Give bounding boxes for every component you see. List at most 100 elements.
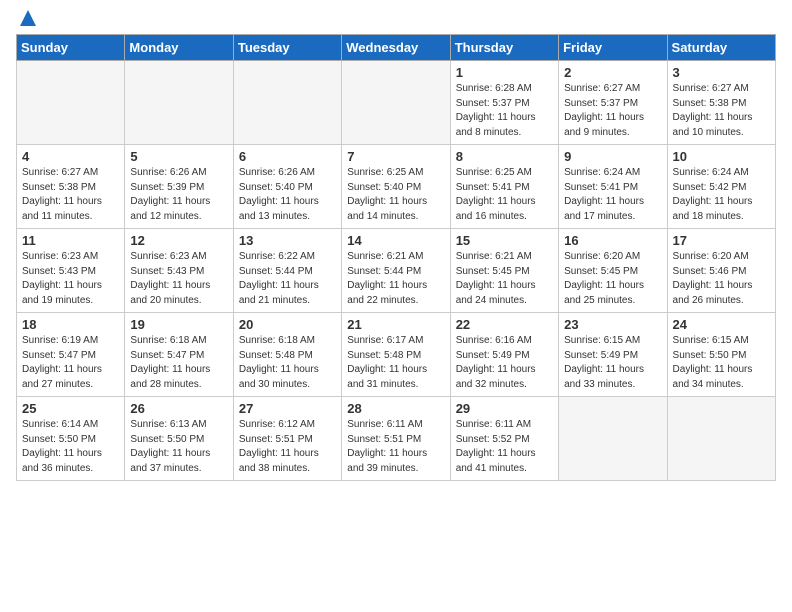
day-number: 7 xyxy=(347,149,444,164)
day-number: 5 xyxy=(130,149,227,164)
day-number: 2 xyxy=(564,65,661,80)
day-cell: 29 Sunrise: 6:11 AMSunset: 5:52 PMDayligh… xyxy=(450,397,558,481)
day-number: 9 xyxy=(564,149,661,164)
day-cell: 16 Sunrise: 6:20 AMSunset: 5:45 PMDayligh… xyxy=(559,229,667,313)
calendar-table: SundayMondayTuesdayWednesdayThursdayFrid… xyxy=(16,34,776,481)
col-header-wednesday: Wednesday xyxy=(342,35,450,61)
col-header-monday: Monday xyxy=(125,35,233,61)
day-cell: 1Sunrise: 6:28 AMSunset: 5:37 PMDaylight… xyxy=(450,61,558,145)
day-info: Sunrise: 6:18 AMSunset: 5:48 PMDaylight:… xyxy=(239,334,336,392)
day-number: 4 xyxy=(22,149,119,164)
day-cell: 19 Sunrise: 6:18 AMSunset: 5:47 PMDayligh… xyxy=(125,313,233,397)
day-cell: 3 Sunrise: 6:27 AMSunset: 5:38 PMDaylight… xyxy=(667,61,775,145)
day-number: 20 xyxy=(239,317,336,332)
day-cell: 21 Sunrise: 6:17 AMSunset: 5:48 PMDayligh… xyxy=(342,313,450,397)
day-info: Sunrise: 6:23 AMSunset: 5:43 PMDaylight:… xyxy=(130,250,227,308)
day-number: 18 xyxy=(22,317,119,332)
day-info: Sunrise: 6:25 AMSunset: 5:40 PMDaylight:… xyxy=(347,166,444,224)
day-number: 10 xyxy=(673,149,770,164)
day-cell xyxy=(667,397,775,481)
day-cell: 4Sunrise: 6:27 AMSunset: 5:38 PMDaylight… xyxy=(17,145,125,229)
day-cell: 15 Sunrise: 6:21 AMSunset: 5:45 PMDayligh… xyxy=(450,229,558,313)
header xyxy=(16,10,776,28)
day-info: Sunrise: 6:15 AMSunset: 5:50 PMDaylight:… xyxy=(673,334,770,392)
day-info: Sunrise: 6:20 AMSunset: 5:45 PMDaylight:… xyxy=(564,250,661,308)
day-number: 8 xyxy=(456,149,553,164)
day-cell: 13 Sunrise: 6:22 AMSunset: 5:44 PMDayligh… xyxy=(233,229,341,313)
day-number: 27 xyxy=(239,401,336,416)
day-cell: 5 Sunrise: 6:26 AMSunset: 5:39 PMDaylight… xyxy=(125,145,233,229)
day-number: 25 xyxy=(22,401,119,416)
day-info: Sunrise: 6:11 AMSunset: 5:51 PMDaylight:… xyxy=(347,418,444,476)
day-number: 26 xyxy=(130,401,227,416)
day-info: Sunrise: 6:18 AMSunset: 5:47 PMDaylight:… xyxy=(130,334,227,392)
day-cell: 24 Sunrise: 6:15 AMSunset: 5:50 PMDayligh… xyxy=(667,313,775,397)
day-number: 14 xyxy=(347,233,444,248)
day-cell: 8 Sunrise: 6:25 AMSunset: 5:41 PMDaylight… xyxy=(450,145,558,229)
day-info: Sunrise: 6:17 AMSunset: 5:48 PMDaylight:… xyxy=(347,334,444,392)
day-number: 16 xyxy=(564,233,661,248)
day-number: 28 xyxy=(347,401,444,416)
day-number: 22 xyxy=(456,317,553,332)
day-cell: 23 Sunrise: 6:15 AMSunset: 5:49 PMDayligh… xyxy=(559,313,667,397)
week-row-4: 18 Sunrise: 6:19 AMSunset: 5:47 PMDayligh… xyxy=(17,313,776,397)
day-cell: 26Sunrise: 6:13 AMSunset: 5:50 PMDayligh… xyxy=(125,397,233,481)
week-row-2: 4Sunrise: 6:27 AMSunset: 5:38 PMDaylight… xyxy=(17,145,776,229)
day-cell: 9Sunrise: 6:24 AMSunset: 5:41 PMDaylight… xyxy=(559,145,667,229)
day-number: 24 xyxy=(673,317,770,332)
col-header-friday: Friday xyxy=(559,35,667,61)
col-header-sunday: Sunday xyxy=(17,35,125,61)
day-cell: 6 Sunrise: 6:26 AMSunset: 5:40 PMDaylight… xyxy=(233,145,341,229)
day-cell: 11 Sunrise: 6:23 AMSunset: 5:43 PMDayligh… xyxy=(17,229,125,313)
day-number: 13 xyxy=(239,233,336,248)
day-cell xyxy=(17,61,125,145)
day-cell: 25 Sunrise: 6:14 AMSunset: 5:50 PMDayligh… xyxy=(17,397,125,481)
day-number: 11 xyxy=(22,233,119,248)
day-cell: 20 Sunrise: 6:18 AMSunset: 5:48 PMDayligh… xyxy=(233,313,341,397)
logo xyxy=(16,14,38,28)
day-info: Sunrise: 6:26 AMSunset: 5:39 PMDaylight:… xyxy=(130,166,227,224)
day-info: Sunrise: 6:25 AMSunset: 5:41 PMDaylight:… xyxy=(456,166,553,224)
day-number: 19 xyxy=(130,317,227,332)
day-info: Sunrise: 6:24 AMSunset: 5:42 PMDaylight:… xyxy=(673,166,770,224)
day-info: Sunrise: 6:22 AMSunset: 5:44 PMDaylight:… xyxy=(239,250,336,308)
day-number: 1 xyxy=(456,65,553,80)
day-info: Sunrise: 6:15 AMSunset: 5:49 PMDaylight:… xyxy=(564,334,661,392)
day-info: Sunrise: 6:21 AMSunset: 5:45 PMDaylight:… xyxy=(456,250,553,308)
day-number: 23 xyxy=(564,317,661,332)
col-header-tuesday: Tuesday xyxy=(233,35,341,61)
week-row-5: 25 Sunrise: 6:14 AMSunset: 5:50 PMDayligh… xyxy=(17,397,776,481)
day-info: Sunrise: 6:14 AMSunset: 5:50 PMDaylight:… xyxy=(22,418,119,476)
day-cell: 27 Sunrise: 6:12 AMSunset: 5:51 PMDayligh… xyxy=(233,397,341,481)
day-cell: 14 Sunrise: 6:21 AMSunset: 5:44 PMDayligh… xyxy=(342,229,450,313)
day-info: Sunrise: 6:27 AMSunset: 5:37 PMDaylight:… xyxy=(564,82,661,140)
col-header-saturday: Saturday xyxy=(667,35,775,61)
day-cell: 28 Sunrise: 6:11 AMSunset: 5:51 PMDayligh… xyxy=(342,397,450,481)
day-info: Sunrise: 6:11 AMSunset: 5:52 PMDaylight:… xyxy=(456,418,553,476)
day-info: Sunrise: 6:26 AMSunset: 5:40 PMDaylight:… xyxy=(239,166,336,224)
day-cell xyxy=(125,61,233,145)
day-info: Sunrise: 6:23 AMSunset: 5:43 PMDaylight:… xyxy=(22,250,119,308)
page: SundayMondayTuesdayWednesdayThursdayFrid… xyxy=(0,0,792,612)
day-cell xyxy=(559,397,667,481)
day-number: 12 xyxy=(130,233,227,248)
day-cell xyxy=(233,61,341,145)
header-row: SundayMondayTuesdayWednesdayThursdayFrid… xyxy=(17,35,776,61)
day-number: 6 xyxy=(239,149,336,164)
day-cell: 2 Sunrise: 6:27 AMSunset: 5:37 PMDaylight… xyxy=(559,61,667,145)
day-info: Sunrise: 6:12 AMSunset: 5:51 PMDaylight:… xyxy=(239,418,336,476)
week-row-1: 1Sunrise: 6:28 AMSunset: 5:37 PMDaylight… xyxy=(17,61,776,145)
day-info: Sunrise: 6:20 AMSunset: 5:46 PMDaylight:… xyxy=(673,250,770,308)
day-number: 15 xyxy=(456,233,553,248)
day-number: 21 xyxy=(347,317,444,332)
day-cell: 7 Sunrise: 6:25 AMSunset: 5:40 PMDaylight… xyxy=(342,145,450,229)
day-cell: 18 Sunrise: 6:19 AMSunset: 5:47 PMDayligh… xyxy=(17,313,125,397)
day-number: 3 xyxy=(673,65,770,80)
day-info: Sunrise: 6:27 AMSunset: 5:38 PMDaylight:… xyxy=(673,82,770,140)
day-info: Sunrise: 6:19 AMSunset: 5:47 PMDaylight:… xyxy=(22,334,119,392)
day-cell xyxy=(342,61,450,145)
day-number: 29 xyxy=(456,401,553,416)
day-cell: 22Sunrise: 6:16 AMSunset: 5:49 PMDayligh… xyxy=(450,313,558,397)
col-header-thursday: Thursday xyxy=(450,35,558,61)
day-info: Sunrise: 6:21 AMSunset: 5:44 PMDaylight:… xyxy=(347,250,444,308)
